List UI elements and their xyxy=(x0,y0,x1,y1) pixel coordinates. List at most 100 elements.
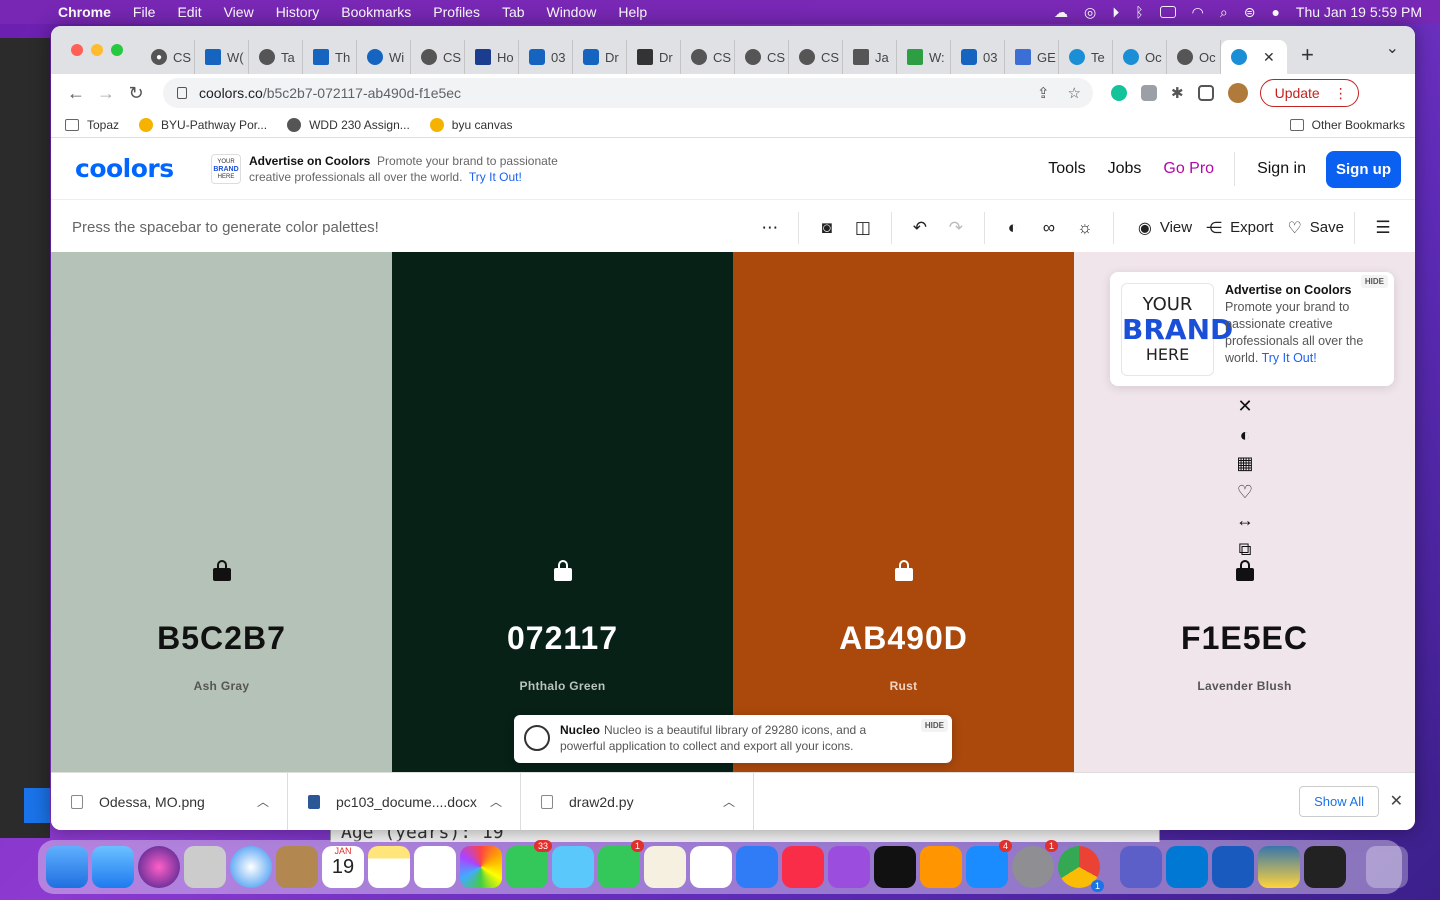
drag-icon[interactable]: ↔ xyxy=(1236,506,1254,535)
show-all-downloads-button[interactable]: Show All xyxy=(1299,786,1379,817)
browser-tab[interactable]: Th xyxy=(303,40,357,74)
color-column[interactable]: B5C2B7 Ash Gray xyxy=(51,252,392,772)
browser-tab[interactable]: Dr xyxy=(627,40,681,74)
menu-profiles[interactable]: Profiles xyxy=(433,4,480,20)
terminal-icon[interactable] xyxy=(1304,846,1346,888)
finder-icon[interactable] xyxy=(46,846,88,888)
chrome-icon[interactable]: 1 xyxy=(1058,846,1104,892)
menu-file[interactable]: File xyxy=(133,4,156,20)
browser-tab[interactable]: CS xyxy=(789,40,843,74)
back-button[interactable]: ← xyxy=(61,83,91,104)
browser-tab[interactable]: ● CS xyxy=(141,40,195,74)
browser-tab[interactable]: W: xyxy=(897,40,951,74)
close-window-button[interactable] xyxy=(71,44,83,56)
bookmark-star-icon[interactable]: ☆ xyxy=(1068,84,1081,102)
creative-cloud-icon[interactable]: ◎ xyxy=(1084,4,1096,21)
remove-color-icon[interactable]: ✕ xyxy=(1237,392,1252,421)
extension-r-icon[interactable] xyxy=(1141,85,1157,101)
header-ad-link[interactable]: Try It Out! xyxy=(469,170,522,184)
side-panel-icon[interactable] xyxy=(1197,85,1214,101)
control-center-icon[interactable]: ⊜ xyxy=(1244,4,1256,21)
wifi-icon[interactable]: ◠ xyxy=(1192,4,1204,21)
siri-icon[interactable]: ● xyxy=(1271,4,1279,20)
mail-icon[interactable] xyxy=(92,846,134,888)
hamburger-menu-icon[interactable]: ☰ xyxy=(1365,218,1401,238)
view-button[interactable]: ◉ View xyxy=(1138,218,1192,238)
browser-tab[interactable]: Ja xyxy=(843,40,897,74)
bookmark-item[interactable]: Topaz xyxy=(65,118,119,132)
shades-icon[interactable]: ◐ xyxy=(1240,421,1251,450)
clock[interactable]: Thu Jan 19 5:59 PM xyxy=(1296,4,1422,20)
teams-icon[interactable] xyxy=(1120,846,1162,888)
hide-ad-button[interactable]: HIDE xyxy=(1360,275,1388,288)
color-hex[interactable]: F1E5EC xyxy=(1074,620,1415,657)
heart-icon[interactable]: ♡ xyxy=(1237,478,1253,507)
lock-icon[interactable] xyxy=(553,560,572,581)
ad-card-link[interactable]: Try It Out! xyxy=(1262,351,1317,365)
notes-icon[interactable] xyxy=(368,846,410,888)
color-name[interactable]: Rust xyxy=(733,679,1074,693)
music-icon[interactable] xyxy=(782,846,824,888)
lock-icon[interactable] xyxy=(1235,560,1254,581)
chevron-up-icon[interactable]: ︿ xyxy=(723,793,735,810)
browser-tab[interactable]: 03 xyxy=(519,40,573,74)
color-hex[interactable]: B5C2B7 xyxy=(51,620,392,657)
lock-icon[interactable] xyxy=(177,87,187,99)
reload-button[interactable]: ↻ xyxy=(121,83,151,104)
lock-icon[interactable] xyxy=(894,560,913,581)
browser-tab[interactable]: Ho xyxy=(465,40,519,74)
browser-tab[interactable]: Te xyxy=(1059,40,1113,74)
podcasts-icon[interactable] xyxy=(828,846,870,888)
avatar[interactable] xyxy=(1227,83,1248,103)
browser-tab[interactable]: Oc xyxy=(1167,40,1221,74)
nucleo-ad[interactable]: Nucleo Nucleo is a beautiful library of 2… xyxy=(514,715,952,763)
minimize-window-button[interactable] xyxy=(91,44,103,56)
cloud-icon[interactable]: ☁ xyxy=(1054,4,1068,21)
reminders-icon[interactable] xyxy=(414,846,456,888)
color-name[interactable]: Lavender Blush xyxy=(1074,679,1415,693)
color-column[interactable]: AB490D Rust xyxy=(733,252,1074,772)
forward-button[interactable]: → xyxy=(91,83,121,104)
browser-tab[interactable]: Oc xyxy=(1113,40,1167,74)
bluetooth-icon[interactable]: ᛒ xyxy=(1135,4,1143,20)
chevron-up-icon[interactable]: ︿ xyxy=(257,793,269,810)
battery-icon[interactable] xyxy=(1159,6,1176,18)
download-item[interactable]: pc103_docume....docx ︿ xyxy=(288,772,521,830)
camera-icon[interactable]: ◙ xyxy=(809,218,845,238)
undo-icon[interactable]: ↶ xyxy=(902,218,938,238)
header-ad[interactable]: YOUR BRAND HERE Advertise on Coolors Promo… xyxy=(211,153,589,185)
grammarly-icon[interactable] xyxy=(1111,85,1127,101)
other-bookmarks[interactable]: Other Bookmarks xyxy=(1289,118,1405,132)
layout-icon[interactable]: ◫ xyxy=(845,218,881,238)
glasses-icon[interactable]: ∞ xyxy=(1031,218,1067,238)
menu-view[interactable]: View xyxy=(224,4,254,20)
browser-tab[interactable]: Dr xyxy=(573,40,627,74)
bookmark-item[interactable]: byu canvas xyxy=(429,117,513,132)
trash-icon[interactable] xyxy=(1366,846,1408,888)
nav-jobs[interactable]: Jobs xyxy=(1108,160,1142,178)
pages-icon[interactable] xyxy=(644,846,686,888)
nav-go-pro[interactable]: Go Pro xyxy=(1163,160,1214,178)
browser-tab[interactable]: CS xyxy=(735,40,789,74)
search-icon[interactable]: ⌕ xyxy=(1220,4,1228,21)
download-item[interactable]: Odessa, MO.png ︿ xyxy=(51,772,288,830)
maps-icon[interactable] xyxy=(552,846,594,888)
hide-nucleo-button[interactable]: HIDE xyxy=(920,719,948,732)
browser-tab[interactable]: Ta xyxy=(249,40,303,74)
update-button[interactable]: Update ⋮ xyxy=(1259,79,1359,107)
safari-icon[interactable] xyxy=(230,846,272,888)
calendar-icon[interactable]: JAN 19 xyxy=(322,846,364,888)
close-tab-icon[interactable]: ✕ xyxy=(1263,49,1275,66)
puzzle-icon[interactable]: ✱ xyxy=(1171,84,1184,102)
browser-tab[interactable]: GE xyxy=(1005,40,1059,74)
contacts-icon[interactable] xyxy=(276,846,318,888)
browser-tab[interactable]: Wi xyxy=(357,40,411,74)
brightness-icon[interactable]: ☼ xyxy=(1067,218,1103,238)
export-button[interactable]: ⋲ Export xyxy=(1206,218,1273,238)
browser-tab-active[interactable]: ✕ xyxy=(1221,40,1287,74)
color-name[interactable]: Phthalo Green xyxy=(392,679,733,693)
ad-card[interactable]: YOUR BRAND HERE Advertise on Coolors Prom… xyxy=(1110,272,1394,386)
close-icon[interactable]: ✕ xyxy=(1390,791,1403,811)
save-button[interactable]: ♡ Save xyxy=(1287,218,1344,238)
launchpad-icon[interactable] xyxy=(184,846,226,888)
